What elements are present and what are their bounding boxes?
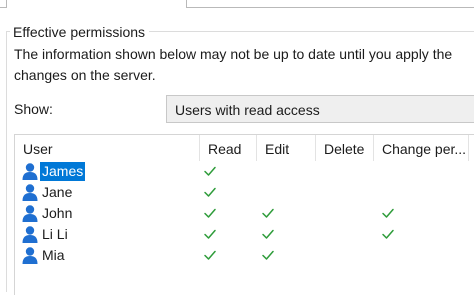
show-label: Show:	[14, 101, 53, 117]
column-header-read[interactable]: Read	[200, 135, 257, 161]
user-name: James	[40, 162, 86, 181]
group-legend: Effective permissions	[10, 23, 150, 41]
permissions-listview[interactable]: User Read Edit Delete Change per... Jame…	[14, 134, 474, 295]
frame-edge-right	[186, 0, 474, 8]
table-row[interactable]: Jane	[15, 182, 474, 203]
table-row[interactable]: James	[15, 161, 474, 182]
table-row[interactable]: Li Li	[15, 224, 474, 245]
user-name: John	[42, 205, 73, 221]
table-row[interactable]: Mia	[15, 245, 474, 266]
column-label: Delete	[324, 141, 365, 157]
user-name: Mia	[42, 247, 65, 263]
user-icon	[21, 246, 39, 267]
edit-check-icon	[261, 248, 275, 262]
frame-edge-left	[0, 0, 7, 8]
user-icon	[21, 183, 39, 204]
user-name: Jane	[42, 184, 73, 200]
column-header-edit[interactable]: Edit	[257, 135, 316, 161]
read-check-icon	[203, 206, 217, 220]
change-permissions-check-icon	[381, 227, 395, 241]
column-header-delete[interactable]: Delete	[316, 135, 374, 161]
show-filter-select[interactable]: Users with read access	[166, 95, 474, 123]
user-name: Li Li	[42, 226, 68, 242]
column-header-user[interactable]: User	[15, 135, 200, 161]
user-icon	[21, 204, 39, 225]
edit-check-icon	[261, 206, 275, 220]
list-header: User Read Edit Delete Change per...	[15, 135, 474, 161]
column-label: User	[23, 141, 53, 157]
read-check-icon	[203, 227, 217, 241]
read-check-icon	[203, 185, 217, 199]
info-text: The information shown below may not be u…	[14, 46, 453, 83]
dialog-top-edge	[0, 0, 474, 8]
read-check-icon	[203, 248, 217, 262]
column-label: Change per...	[382, 141, 467, 157]
column-header-change-permissions[interactable]: Change per...	[374, 135, 469, 161]
column-label: Edit	[265, 141, 290, 157]
change-permissions-check-icon	[381, 206, 395, 220]
column-label: Read	[208, 141, 242, 157]
read-check-icon	[203, 164, 217, 178]
show-filter-value: Users with read access	[175, 102, 320, 118]
edit-check-icon	[261, 227, 275, 241]
user-icon	[21, 162, 39, 183]
user-icon	[21, 225, 39, 246]
table-row[interactable]: John	[15, 203, 474, 224]
